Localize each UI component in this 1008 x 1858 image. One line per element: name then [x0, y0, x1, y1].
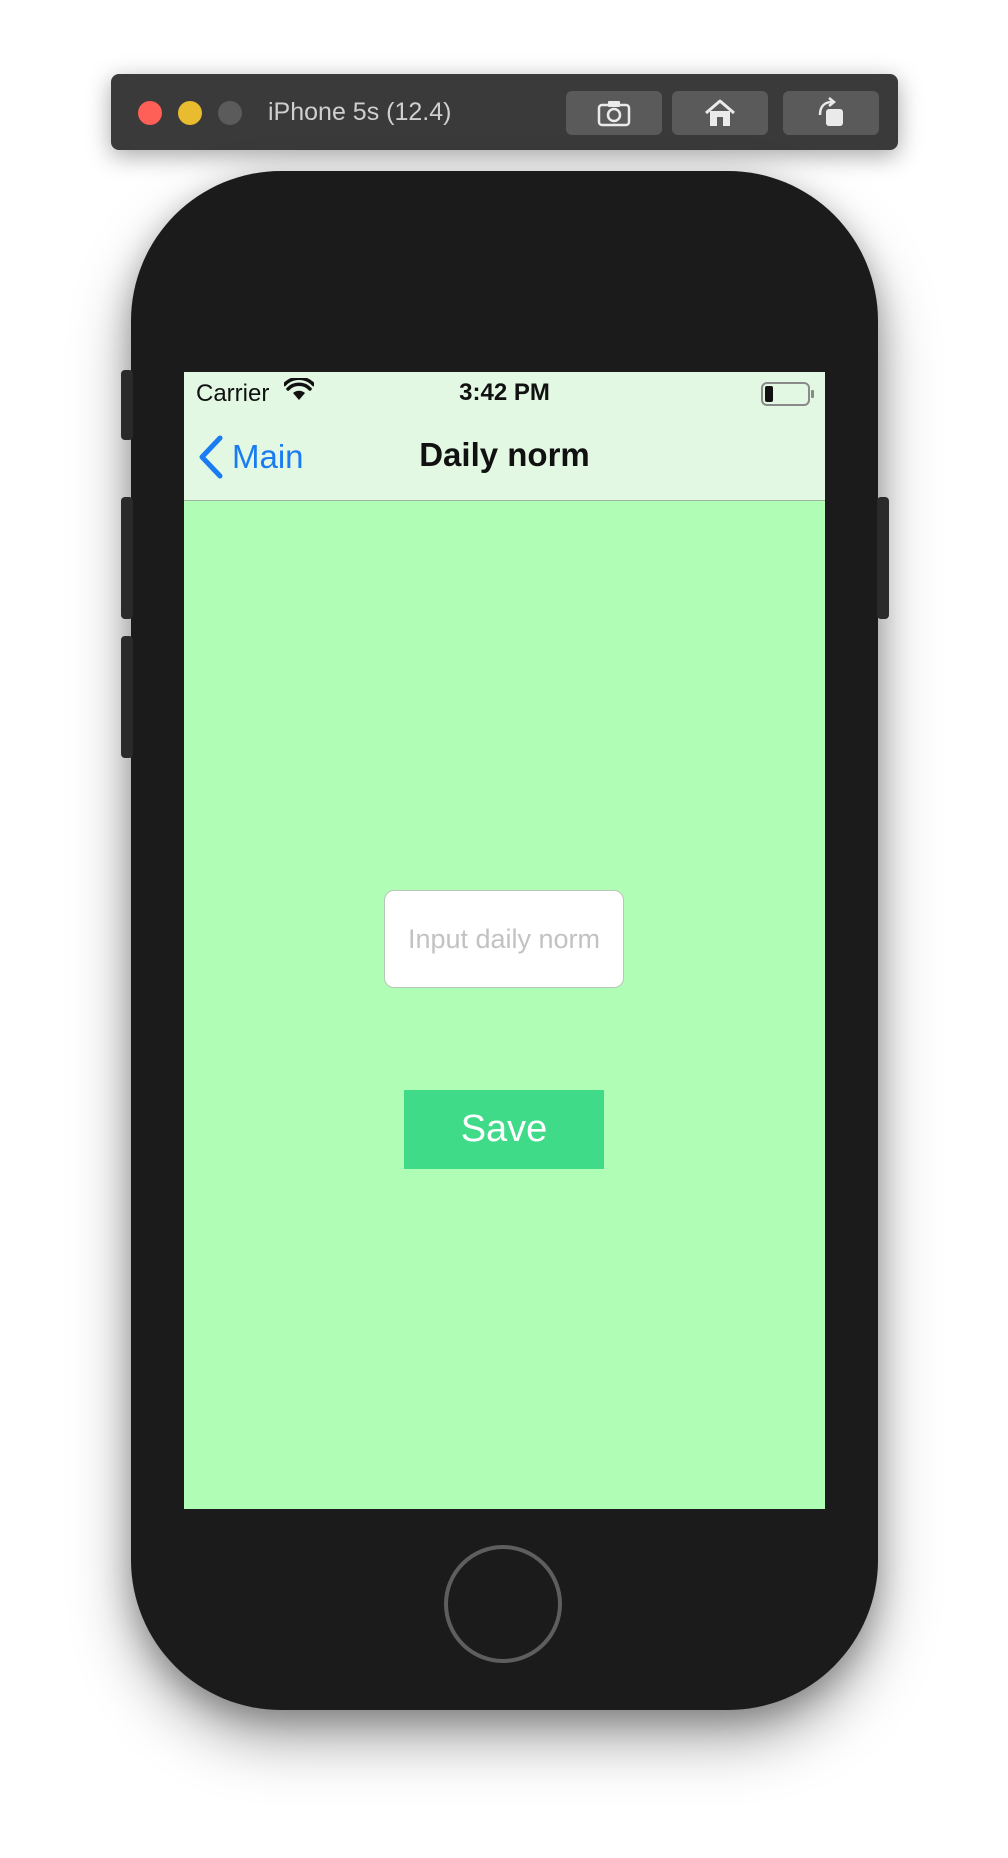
volume-down-button[interactable] [121, 636, 133, 758]
power-button[interactable] [877, 497, 889, 619]
navigation-bar: Carrier 3:42 PM Main Daily norm [184, 372, 825, 501]
rotate-icon [818, 97, 843, 126]
device-home-button[interactable] [444, 1545, 562, 1663]
daily-norm-input[interactable] [384, 890, 624, 988]
save-button[interactable]: Save [404, 1090, 604, 1169]
status-time: 3:42 PM [459, 379, 550, 406]
page: iPhone 5s (12.4) Carrier 3:42 PM Main Da… [0, 0, 1008, 1858]
zoom-window-button[interactable] [218, 101, 242, 125]
mute-switch[interactable] [121, 370, 133, 440]
minimize-window-button[interactable] [178, 101, 202, 125]
app-screen: Carrier 3:42 PM Main Daily norm Save [184, 372, 825, 1509]
home-icon [705, 99, 735, 126]
page-title: Daily norm [419, 436, 590, 473]
close-window-button[interactable] [138, 101, 162, 125]
camera-icon [597, 101, 631, 127]
simulator-title: iPhone 5s (12.4) [268, 98, 452, 126]
home-toolbar-button[interactable] [672, 91, 768, 135]
simulator-titlebar: iPhone 5s (12.4) [111, 74, 898, 150]
screenshot-button[interactable] [566, 91, 662, 135]
rotate-button[interactable] [783, 91, 879, 135]
volume-up-button[interactable] [121, 497, 133, 619]
battery-icon [761, 382, 814, 406]
